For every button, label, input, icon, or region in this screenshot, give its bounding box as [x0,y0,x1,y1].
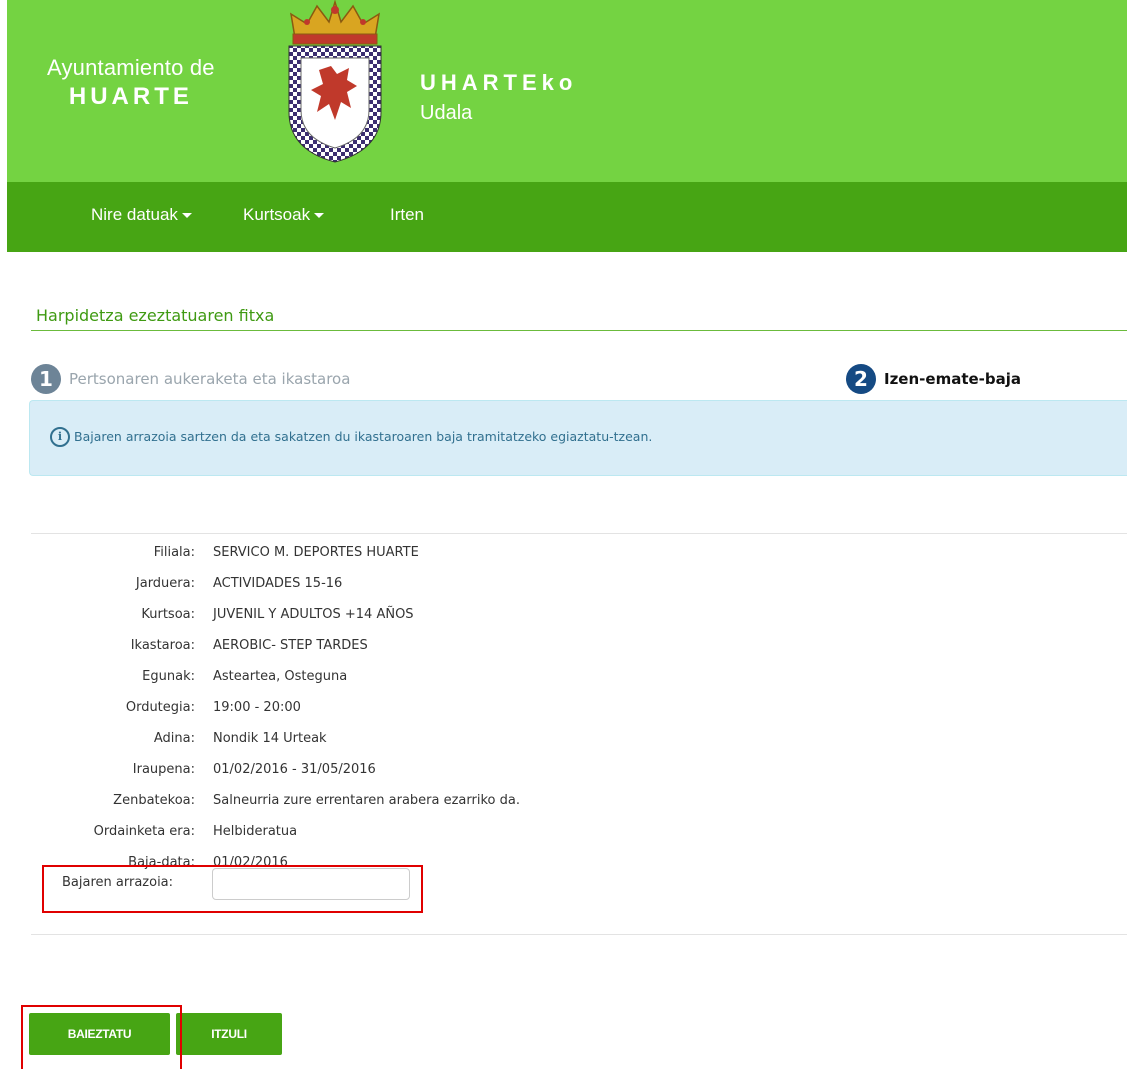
nav-nire-datuak[interactable]: Nire datuak [91,205,192,225]
brand-left-line1: Ayuntamiento de [47,55,215,80]
detail-value: Helbideratua [213,824,298,839]
detail-row: Iraupena: 01/02/2016 - 31/05/2016 [31,762,731,788]
detail-row: Ikastaroa: AEROBIC- STEP TARDES [31,638,731,664]
highlight-reason-box [42,865,423,913]
detail-value: Nondik 14 Urteak [213,731,327,746]
detail-value: ACTIVIDADES 15-16 [213,576,343,591]
info-alert: i Bajaren arrazoia sartzen da eta sakatz… [29,400,1127,476]
brand-left-line2: HUARTE [68,83,193,110]
step-2-label: Izen-emate-baja [884,370,1022,388]
detail-value: 01/02/2016 - 31/05/2016 [213,762,376,777]
detail-row: Adina: Nondik 14 Urteak [31,731,731,757]
step-1-number: 1 [31,364,61,394]
nav-nire-datuak-label: Nire datuak [91,205,178,224]
detail-label: Egunak: [142,669,195,684]
brand-right: UHARTEko Udala [420,70,577,125]
step-2: 2 Izen-emate-baja [846,364,1021,394]
detail-label: Ordutegia: [125,700,195,715]
nav-kurtsoak[interactable]: Kurtsoak [243,205,325,225]
form-divider [31,934,1127,935]
brand-right-line2: Udala [420,102,473,124]
detail-label: Iraupena: [132,762,195,777]
info-icon: i [50,427,70,447]
nav-irten-label: Irten [390,205,425,224]
nav-irten[interactable]: Irten [390,205,424,225]
detail-row: Filiala: SERVICO M. DEPORTES HUARTE [31,545,731,571]
site-header: Ayuntamiento de HUARTE UHARTEko Udala [7,0,1127,182]
detail-label: Jarduera: [135,576,195,591]
detail-row: Zenbatekoa: Salneurria zure errentaren a… [31,793,731,819]
caret-down-icon [314,213,325,219]
caret-down-icon [181,213,192,219]
step-1-label: Pertsonaren aukeraketa eta ikastaroa [69,370,351,388]
brand-right-line1: UHARTEko [420,70,578,95]
detail-label: Kurtsoa: [141,607,195,622]
detail-label: Ordainketa era: [93,824,195,839]
detail-value: SERVICO M. DEPORTES HUARTE [213,545,419,560]
title-divider [31,330,1127,331]
step-2-number: 2 [846,364,876,394]
details-divider-top [31,533,1127,534]
detail-row: Jarduera: ACTIVIDADES 15-16 [31,576,731,602]
detail-value: AEROBIC- STEP TARDES [213,638,368,653]
back-button[interactable]: ITZULI [176,1013,282,1055]
detail-row: Egunak: Asteartea, Osteguna [31,669,731,695]
detail-row: Ordainketa era: Helbideratua [31,824,731,850]
detail-label: Zenbatekoa: [113,793,195,808]
highlight-confirm-box [21,1005,182,1069]
info-text: Bajaren arrazoia sartzen da eta sakatzen… [74,429,653,444]
detail-row: Kurtsoa: JUVENIL Y ADULTOS +14 AÑOS [31,607,731,633]
detail-label: Filiala: [153,545,195,560]
detail-value: Salneurria zure errentaren arabera ezarr… [213,793,520,808]
detail-label: Ikastaroa: [130,638,195,653]
brand-left: Ayuntamiento de HUARTE [47,55,215,111]
detail-value: Asteartea, Osteguna [213,669,348,684]
coat-of-arms-icon [288,0,382,163]
detail-value: JUVENIL Y ADULTOS +14 AÑOS [213,607,414,622]
page-title: Harpidetza ezeztatuaren fitxa [36,306,275,325]
detail-label: Adina: [153,731,195,746]
detail-row: Ordutegia: 19:00 - 20:00 [31,700,731,726]
step-1: 1 Pertsonaren aukeraketa eta ikastaroa [31,364,350,394]
nav-kurtsoak-label: Kurtsoak [243,205,311,224]
detail-value: 19:00 - 20:00 [213,700,301,715]
main-navbar: Nire datuak Kurtsoak Irten [7,182,1127,252]
